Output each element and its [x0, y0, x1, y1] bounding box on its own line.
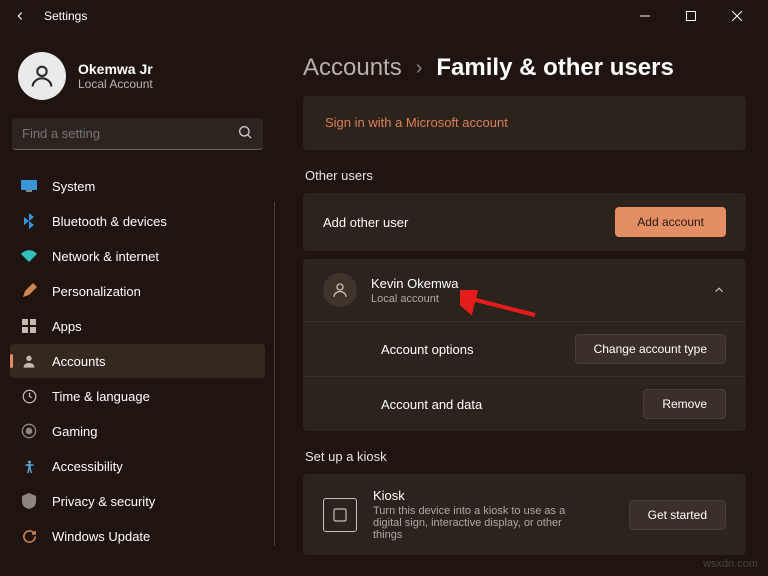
apps-icon	[20, 317, 38, 335]
accounts-icon	[20, 352, 38, 370]
sidebar-item-privacy[interactable]: Privacy & security	[10, 484, 265, 518]
user-subtitle: Local account	[371, 293, 458, 305]
sidebar-item-label: Time & language	[52, 389, 150, 404]
chevron-up-icon	[712, 283, 726, 297]
main-content: Accounts › Family & other users Sign in …	[275, 32, 768, 576]
sidebar-item-label: Privacy & security	[52, 494, 155, 509]
add-account-button[interactable]: Add account	[615, 207, 726, 237]
change-account-type-button[interactable]: Change account type	[575, 334, 726, 364]
signin-link[interactable]: Sign in with a Microsoft account	[325, 115, 508, 130]
profile-block[interactable]: Okemwa Jr Local Account	[18, 52, 261, 100]
system-icon	[20, 177, 38, 195]
account-options-row: Account options Change account type	[303, 321, 746, 376]
brush-icon	[20, 282, 38, 300]
breadcrumb: Accounts › Family & other users	[303, 54, 746, 82]
add-other-user-label: Add other user	[323, 215, 408, 230]
gaming-icon	[20, 422, 38, 440]
signin-card[interactable]: Sign in with a Microsoft account	[303, 96, 746, 150]
sidebar-item-network[interactable]: Network & internet	[10, 239, 265, 273]
profile-name: Okemwa Jr	[78, 61, 153, 77]
sidebar-item-time[interactable]: Time & language	[10, 379, 265, 413]
profile-subtitle: Local Account	[78, 77, 153, 91]
search-input[interactable]	[12, 118, 263, 150]
get-started-button[interactable]: Get started	[629, 500, 726, 530]
account-data-row: Account and data Remove	[303, 376, 746, 431]
sidebar-item-label: Network & internet	[52, 249, 159, 264]
sidebar-item-label: Gaming	[52, 424, 98, 439]
remove-button[interactable]: Remove	[643, 389, 726, 419]
minimize-button[interactable]	[622, 0, 668, 32]
sidebar-item-label: Accessibility	[52, 459, 123, 474]
page-title: Family & other users	[436, 54, 673, 82]
nav-list: System Bluetooth & devices Network & int…	[10, 168, 265, 554]
user-name: Kevin Okemwa	[371, 276, 458, 291]
add-other-user-row: Add other user Add account	[303, 193, 746, 251]
shield-icon	[20, 492, 38, 510]
sidebar-item-accounts[interactable]: Accounts	[10, 344, 265, 378]
sidebar-item-accessibility[interactable]: Accessibility	[10, 449, 265, 483]
sidebar-item-bluetooth[interactable]: Bluetooth & devices	[10, 204, 265, 238]
kiosk-icon	[323, 498, 357, 532]
sidebar-item-apps[interactable]: Apps	[10, 309, 265, 343]
user-avatar-icon	[323, 273, 357, 307]
user-header-row[interactable]: Kevin Okemwa Local account	[303, 259, 746, 321]
bluetooth-icon	[20, 212, 38, 230]
clock-icon	[20, 387, 38, 405]
user-card: Kevin Okemwa Local account Account optio…	[303, 259, 746, 431]
window-title: Settings	[44, 9, 87, 23]
account-data-label: Account and data	[381, 397, 482, 412]
search-container	[12, 118, 263, 150]
kiosk-row: Kiosk Turn this device into a kiosk to u…	[303, 474, 746, 555]
section-other-users: Other users	[305, 168, 746, 183]
sidebar-item-label: Apps	[52, 319, 82, 334]
sidebar-item-label: Accounts	[52, 354, 105, 369]
window-controls	[622, 0, 760, 32]
accessibility-icon	[20, 457, 38, 475]
sidebar-item-label: Bluetooth & devices	[52, 214, 167, 229]
wifi-icon	[20, 247, 38, 265]
sidebar-item-system[interactable]: System	[10, 169, 265, 203]
kiosk-title: Kiosk	[373, 488, 593, 503]
titlebar: Settings	[0, 0, 768, 32]
back-button[interactable]	[8, 4, 32, 28]
sidebar-item-label: Personalization	[52, 284, 141, 299]
update-icon	[20, 527, 38, 545]
search-icon	[237, 124, 253, 145]
watermark: wsxdn.com	[703, 558, 758, 570]
sidebar: Okemwa Jr Local Account System Bluetooth…	[0, 32, 275, 576]
divider	[274, 202, 275, 546]
chevron-right-icon: ›	[416, 57, 423, 80]
sidebar-item-update[interactable]: Windows Update	[10, 519, 265, 553]
kiosk-description: Turn this device into a kiosk to use as …	[373, 505, 593, 541]
section-kiosk: Set up a kiosk	[305, 449, 746, 464]
breadcrumb-parent[interactable]: Accounts	[303, 54, 402, 82]
close-button[interactable]	[714, 0, 760, 32]
sidebar-item-label: System	[52, 179, 95, 194]
sidebar-item-label: Windows Update	[52, 529, 150, 544]
account-options-label: Account options	[381, 342, 474, 357]
maximize-button[interactable]	[668, 0, 714, 32]
sidebar-item-gaming[interactable]: Gaming	[10, 414, 265, 448]
avatar	[18, 52, 66, 100]
sidebar-item-personalization[interactable]: Personalization	[10, 274, 265, 308]
